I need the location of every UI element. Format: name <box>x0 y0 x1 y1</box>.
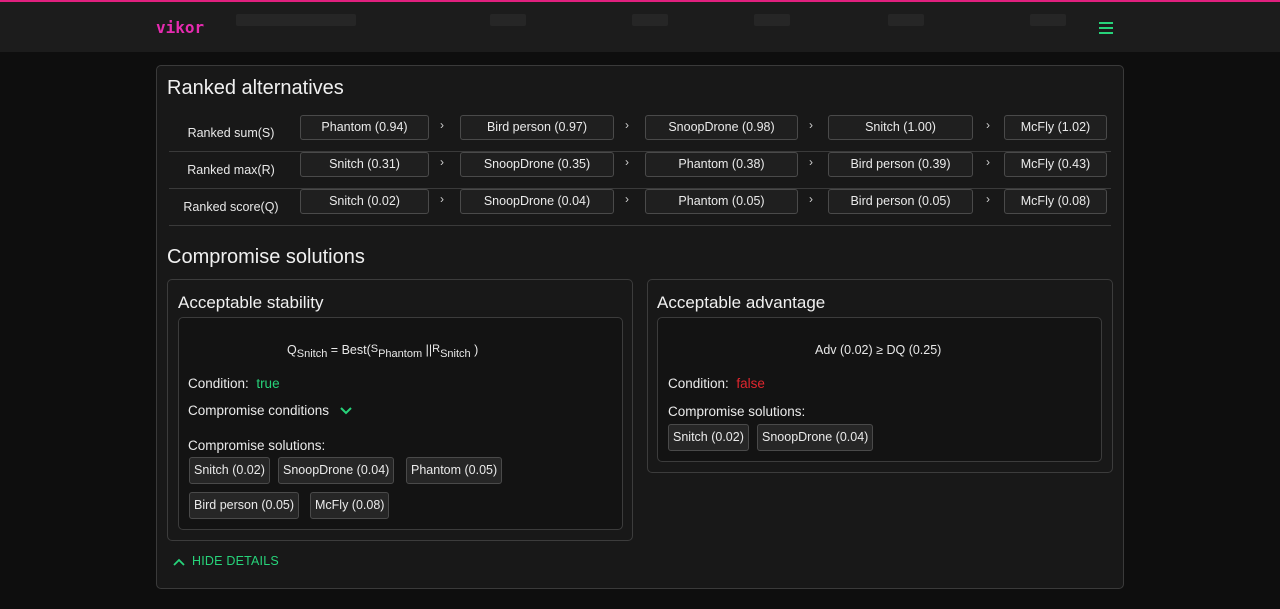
acceptable-stability-title: Acceptable stability <box>178 293 324 312</box>
hamburger-menu-icon[interactable] <box>1099 22 1115 36</box>
ranked-alternative-chip[interactable]: SnoopDrone (0.35) <box>460 152 614 177</box>
rank-separator-icon: › <box>625 118 629 132</box>
app-logo[interactable]: vikor <box>156 18 204 37</box>
ranked-alternatives-heading: Ranked alternatives <box>167 77 344 99</box>
ranked-alternative-chip[interactable]: McFly (0.43) <box>1004 152 1107 177</box>
rank-separator-icon: › <box>986 118 990 132</box>
compromise-solution-chip[interactable]: Phantom (0.05) <box>406 457 503 484</box>
nav-placeholder <box>754 14 790 26</box>
rank-separator-icon: › <box>809 118 813 132</box>
hide-details-button[interactable]: HIDE DETAILS <box>172 554 279 568</box>
chevron-up-icon <box>173 558 185 566</box>
ranked-alternative-chip[interactable]: McFly (1.02) <box>1004 115 1107 140</box>
stability-condition: Condition: true <box>188 376 280 391</box>
ranked-alternative-chip[interactable]: Bird person (0.05) <box>828 189 973 214</box>
rank-separator-icon: › <box>809 192 813 206</box>
nav-placeholder <box>632 14 668 26</box>
ranked-alternative-chip[interactable]: Snitch (1.00) <box>828 115 973 140</box>
nav-placeholder <box>888 14 924 26</box>
rank-separator-icon: › <box>625 155 629 169</box>
ranked-alternative-chip[interactable]: Snitch (0.31) <box>300 152 429 177</box>
compromise-solution-chip[interactable]: Bird person (0.05) <box>189 492 300 519</box>
acceptable-advantage-title: Acceptable advantage <box>657 293 826 312</box>
ranked-alternative-chip[interactable]: Phantom (0.94) <box>300 115 429 140</box>
stability-condition-value: true <box>256 376 280 391</box>
nav-placeholder <box>490 14 526 26</box>
compromise-solution-chip[interactable]: SnoopDrone (0.04) <box>278 457 395 484</box>
top-navbar: vikor <box>0 0 1280 52</box>
rank-separator-icon: › <box>440 155 444 169</box>
rank-separator-icon: › <box>809 155 813 169</box>
ranked-row-label: Ranked sum(S) <box>187 126 275 140</box>
ranked-alternative-chip[interactable]: Bird person (0.39) <box>828 152 973 177</box>
advantage-formula: Adv (0.02) ≥ DQ (0.25) <box>815 343 942 357</box>
rank-separator-icon: › <box>986 155 990 169</box>
advantage-solutions-label: Compromise solutions: <box>668 404 806 419</box>
ranked-alternative-chip[interactable]: SnoopDrone (0.98) <box>645 115 798 140</box>
ranked-row: Ranked sum(S) Phantom (0.94) › Bird person … <box>169 115 1111 152</box>
ranked-alternative-chip[interactable]: Snitch (0.02) <box>300 189 429 214</box>
advantage-condition: Condition: false <box>668 376 765 391</box>
compromise-solution-chip[interactable]: Snitch (0.02) <box>189 457 270 484</box>
stability-solutions-label: Compromise solutions: <box>188 438 326 453</box>
compromise-solution-chip[interactable]: Snitch (0.02) <box>668 424 749 451</box>
ranked-row-label: Ranked max(R) <box>187 163 275 177</box>
stability-formula: QSnitch = Best(SPhantom ||RSnitch ) <box>287 343 479 360</box>
ranked-row: Ranked max(R) Snitch (0.31) › SnoopDrone (0… <box>169 152 1111 189</box>
compromise-solutions-heading: Compromise solutions <box>167 246 365 268</box>
rank-separator-icon: › <box>986 192 990 206</box>
rank-separator-icon: › <box>440 192 444 206</box>
ranked-row: Ranked score(Q) Snitch (0.02) › SnoopDrone … <box>169 189 1111 226</box>
nav-placeholder <box>236 14 356 26</box>
compromise-conditions-toggle[interactable]: Compromise conditions <box>188 403 353 418</box>
ranked-row-label: Ranked score(Q) <box>183 200 279 214</box>
ranked-alternative-chip[interactable]: McFly (0.08) <box>1004 189 1107 214</box>
advantage-condition-value: false <box>736 376 765 391</box>
compromise-solution-chip[interactable]: McFly (0.08) <box>310 492 390 519</box>
ranked-alternative-chip[interactable]: SnoopDrone (0.04) <box>460 189 614 214</box>
ranked-alternative-chip[interactable]: Phantom (0.05) <box>645 189 798 214</box>
rank-separator-icon: › <box>440 118 444 132</box>
compromise-solution-chip[interactable]: SnoopDrone (0.04) <box>757 424 874 451</box>
ranked-alternative-chip[interactable]: Bird person (0.97) <box>460 115 614 140</box>
ranked-alternative-chip[interactable]: Phantom (0.38) <box>645 152 798 177</box>
rank-separator-icon: › <box>625 192 629 206</box>
nav-placeholder <box>1030 14 1066 26</box>
chevron-down-icon <box>340 407 352 415</box>
